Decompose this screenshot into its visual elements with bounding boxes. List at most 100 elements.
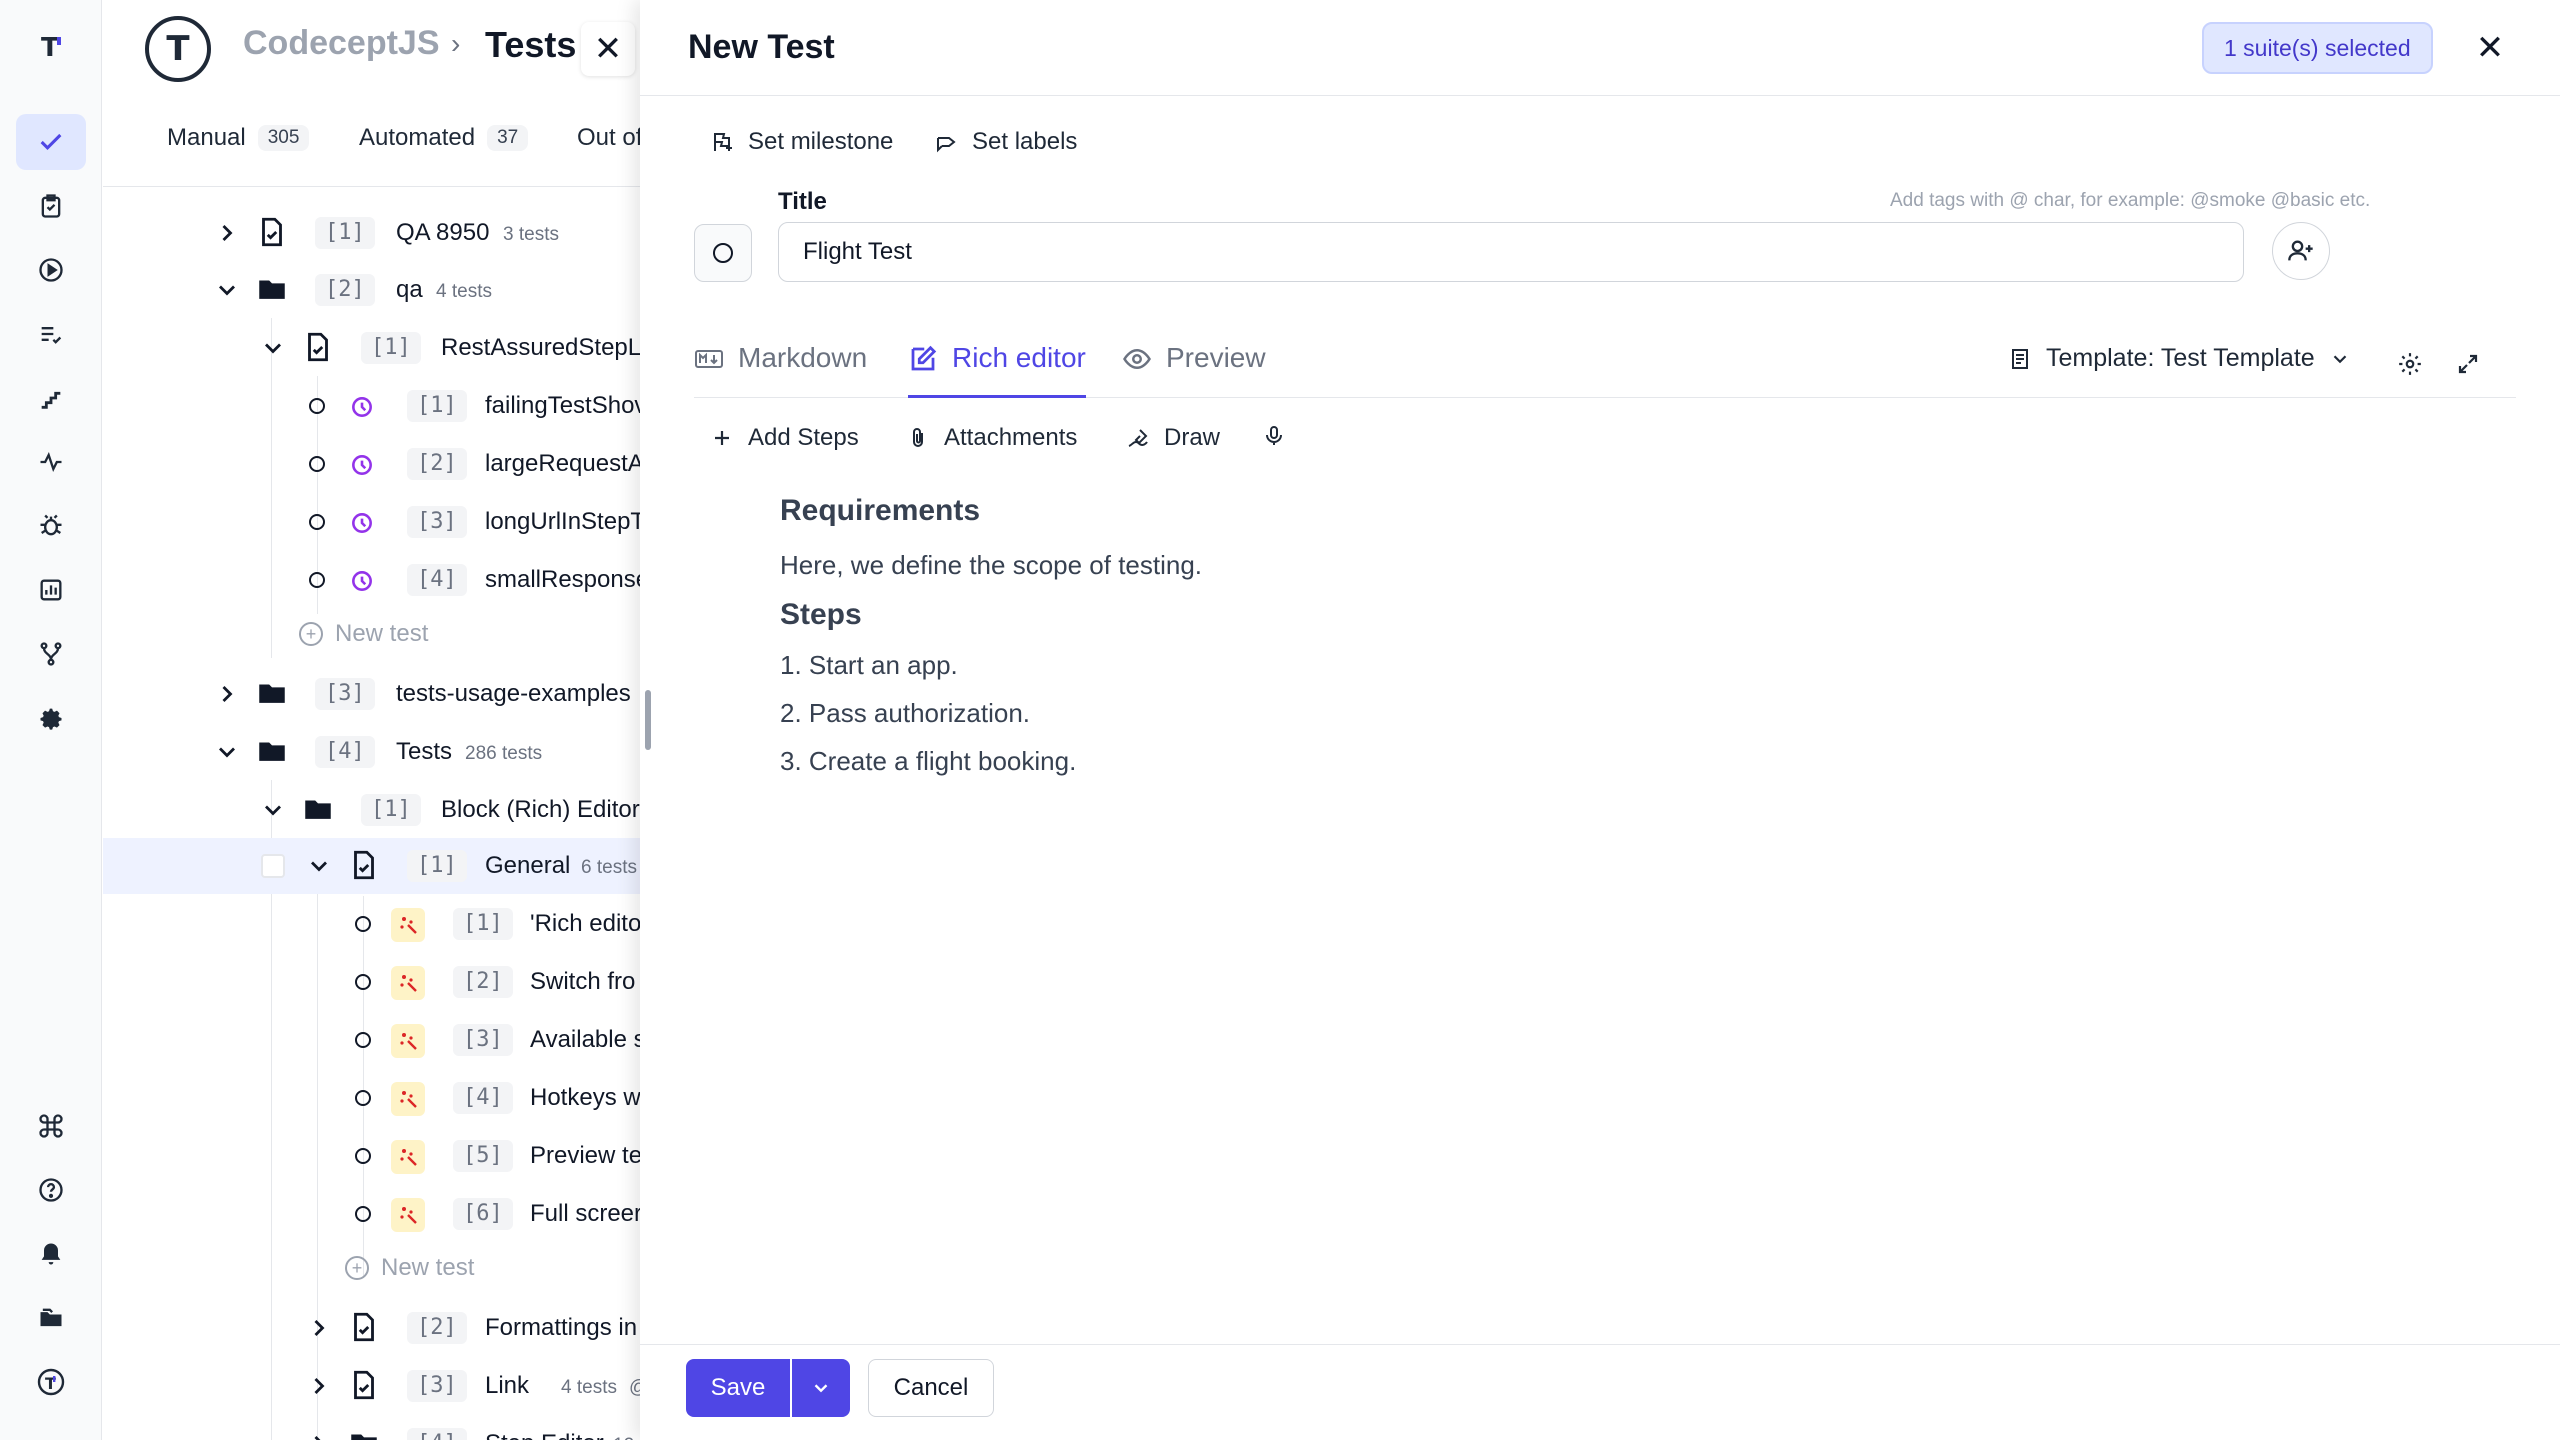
row-label: qa [396,276,423,303]
set-milestone-button[interactable]: Set milestone [710,128,893,156]
set-labels-button[interactable]: Set labels [934,128,1077,156]
row-label: Switch fro [530,968,636,995]
chevron-down-icon[interactable] [259,334,287,362]
fullscreen-button[interactable] [2450,346,2486,382]
tree-row-suite[interactable]: [1] QA 8950 3 tests [103,205,643,261]
tab-out-of-sync[interactable]: Out of [577,124,642,152]
row-label: Link [485,1372,530,1399]
close-icon[interactable]: ✕ [581,22,635,76]
analytics-chart-icon[interactable] [16,562,86,618]
add-steps-button[interactable]: Add Steps [710,424,859,452]
row-label: Preview te [530,1142,643,1169]
assign-user-button[interactable] [2272,222,2330,280]
play-circle-icon[interactable] [16,242,86,298]
clipboard-check-icon[interactable] [16,178,86,234]
chevron-right-icon[interactable] [305,1372,333,1400]
tree-row-test[interactable]: [5] Preview te [103,1128,643,1184]
automated-test-icon [345,564,379,598]
tree-row-test[interactable]: [3] Available s [103,1012,643,1068]
test-status-toggle[interactable] [694,224,752,282]
row-label: smallResponse [485,566,643,593]
tree-row-suite[interactable]: [1] RestAssuredStepL [103,320,643,376]
plus-circle-icon: + [345,1256,369,1280]
tab-markdown[interactable]: Markdown [694,342,867,398]
chevron-down-icon[interactable] [213,276,241,304]
row-number: [4] [315,736,375,768]
tab-preview[interactable]: Preview [1122,342,1266,398]
tree-row-suite-selected[interactable]: [1] General 6 tests [103,838,643,894]
breadcrumb-project[interactable]: CodeceptJS [243,24,440,63]
tree-row-folder[interactable]: [4] Step Editor 12 [103,1416,643,1440]
tree-row-test[interactable]: [1] failingTestShov [103,378,643,434]
attachments-button[interactable]: Attachments [906,424,1077,452]
cancel-button[interactable]: Cancel [868,1359,994,1417]
chevron-right-icon[interactable] [305,1314,333,1342]
row-label: failingTestShov [485,392,643,419]
voice-input-button[interactable] [1262,424,1286,448]
chevron-down-icon[interactable] [305,852,333,880]
suite-selected-badge[interactable]: 1 suite(s) selected [2202,22,2433,74]
tests-check-icon[interactable] [16,114,86,170]
branch-icon[interactable] [16,626,86,682]
panel-resize-handle[interactable] [645,690,651,750]
close-icon[interactable]: ✕ [2468,26,2512,70]
chevron-down-icon[interactable] [213,738,241,766]
editor-settings-button[interactable] [2392,346,2428,382]
ai-sparkle-icon [391,1024,425,1058]
chevron-right-icon[interactable] [213,219,241,247]
draw-button[interactable]: Draw [1126,424,1220,452]
testomat-logo-icon[interactable]: T [16,18,86,74]
tree-row-folder[interactable]: [4] Tests 286 tests [103,724,643,780]
chevron-right-icon[interactable] [213,680,241,708]
expand-icon [2458,354,2478,374]
row-label: General [485,852,571,879]
steps-icon[interactable] [16,370,86,426]
new-test-link[interactable]: + New test [299,620,428,648]
tree-row-test[interactable]: [2] Switch fro [103,954,643,1010]
tree-row-test[interactable]: [4] smallResponse [103,552,643,608]
chevron-right-icon[interactable] [305,1430,333,1440]
new-test-link[interactable]: + New test [345,1254,474,1282]
tab-manual[interactable]: Manual 305 [167,124,310,152]
bug-icon[interactable] [16,498,86,554]
row-number: [2] [453,966,513,998]
row-test-count: 286 tests [465,743,543,764]
command-icon[interactable] [16,1098,86,1154]
tab-automated[interactable]: Automated 37 [359,124,529,152]
user-avatar-icon[interactable]: T [16,1354,86,1410]
title-input[interactable] [778,222,2244,282]
row-label: Block (Rich) Editor [441,796,640,823]
checklist-icon[interactable] [16,306,86,362]
project-logo[interactable]: T [145,16,211,82]
tree-row-suite[interactable]: [3] Link 4 tests @ [103,1358,643,1414]
status-dot [309,456,325,472]
set-milestone-label: Set milestone [748,128,894,155]
save-button[interactable]: Save [686,1359,790,1417]
tree-row-folder[interactable]: [2] qa 4 tests [103,262,643,318]
file-check-icon [354,1370,374,1400]
help-icon[interactable] [16,1162,86,1218]
chevron-down-icon[interactable] [259,796,287,824]
tree-row-suite[interactable]: [2] Formattings in [103,1300,643,1356]
tree-row-folder[interactable]: [1] Block (Rich) Editor [103,782,643,838]
tree-row-test[interactable]: [1] 'Rich edito [103,896,643,952]
tree-row-test[interactable]: [6] Full screer [103,1186,643,1242]
title-field-label: Title [778,188,827,215]
ai-sparkle-icon [391,966,425,1000]
status-dot [309,398,325,414]
status-circle-icon [713,243,733,263]
projects-folder-icon[interactable] [16,1290,86,1346]
tree-row-test[interactable]: [4] Hotkeys w [103,1070,643,1126]
row-checkbox[interactable] [261,854,285,878]
bell-icon[interactable] [16,1226,86,1282]
save-options-dropdown[interactable] [792,1359,850,1417]
settings-gear-icon[interactable] [16,690,86,746]
pulse-icon[interactable] [16,434,86,490]
breadcrumb-current: Tests [485,24,577,65]
tree-row-test[interactable]: [3] longUrlInStepT [103,494,643,550]
tab-rich-editor[interactable]: Rich editor [908,342,1086,398]
template-select[interactable]: Template: Test Template [2008,344,2351,373]
row-label: Full screer [530,1200,643,1227]
tree-row-folder[interactable]: [3] tests-usage-examples [103,666,643,722]
tree-row-test[interactable]: [2] largeRequestA [103,436,643,492]
